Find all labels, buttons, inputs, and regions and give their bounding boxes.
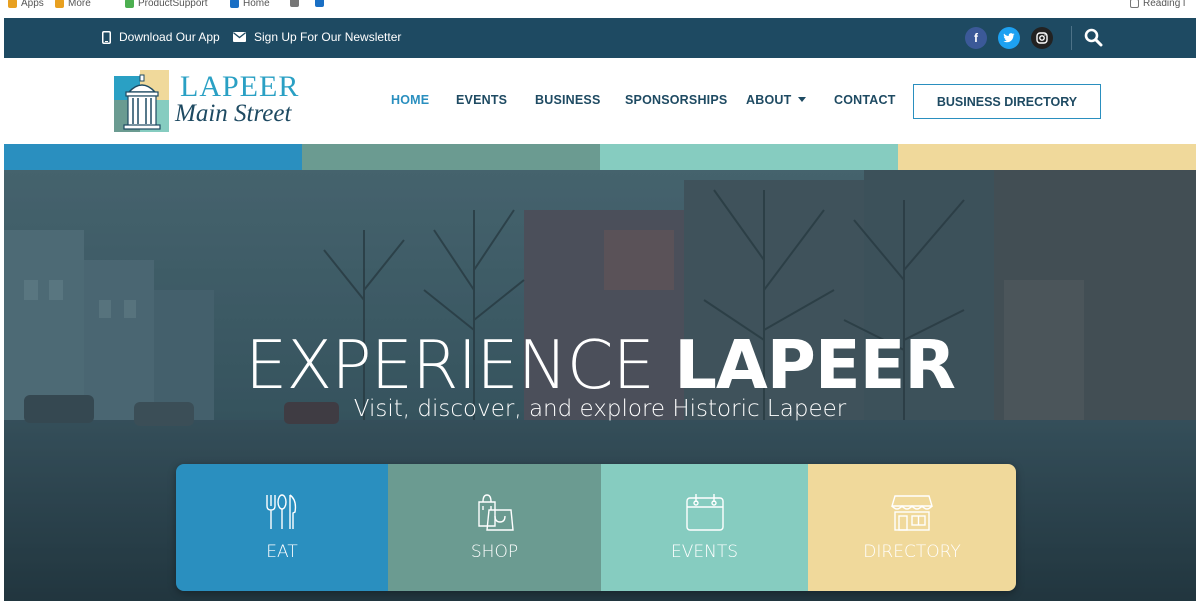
tile-shop[interactable]: SHOP bbox=[388, 464, 601, 591]
hero-section: EXPERIENCE LAPEER Visit, discover, and e… bbox=[4, 170, 1196, 601]
nav-business[interactable]: BUSINESS bbox=[535, 93, 601, 107]
courthouse-logo-icon bbox=[114, 70, 169, 132]
nav-about[interactable]: ABOUT bbox=[746, 93, 807, 107]
reading-list[interactable]: Reading l bbox=[1130, 0, 1185, 9]
hero-title: EXPERIENCE LAPEER bbox=[4, 325, 1196, 405]
nav-home[interactable]: HOME bbox=[391, 93, 429, 107]
bookmark-facebook[interactable] bbox=[315, 0, 324, 7]
tile-eat-label: EAT bbox=[266, 542, 298, 562]
newsletter-link[interactable]: Sign Up For Our Newsletter bbox=[233, 30, 401, 44]
reading-list-label: Reading l bbox=[1143, 0, 1186, 9]
top-utility-bar: Download Our App Sign Up For Our Newslet… bbox=[4, 18, 1196, 58]
nav-sponsorships[interactable]: SPONSORSHIPS bbox=[625, 93, 727, 107]
bookmark-label: More bbox=[68, 0, 91, 9]
shopping-bags-icon bbox=[477, 494, 514, 531]
envelope-icon bbox=[233, 32, 246, 42]
tile-eat[interactable]: EAT bbox=[176, 464, 388, 591]
stripe-sand bbox=[898, 144, 1196, 170]
nav-about-label: ABOUT bbox=[746, 93, 792, 107]
stripe-mint bbox=[600, 144, 898, 170]
nav-contact[interactable]: CONTACT bbox=[834, 93, 896, 107]
facebook-icon[interactable]: f bbox=[965, 27, 987, 49]
bookmark-more[interactable]: More bbox=[55, 0, 91, 9]
download-app-label: Download Our App bbox=[119, 30, 220, 44]
tile-shop-label: SHOP bbox=[470, 542, 519, 562]
logo-title: LAPEER bbox=[180, 70, 300, 103]
caret-down-icon bbox=[798, 97, 807, 102]
bookmark-label: ProductSupport bbox=[138, 0, 208, 9]
business-directory-button[interactable]: BUSINESS DIRECTORY bbox=[913, 84, 1101, 119]
site-logo[interactable]: LAPEER Main Street bbox=[114, 70, 314, 132]
bookmarks-bar: Apps More ProductSupport Home Reading l bbox=[0, 0, 1196, 18]
stripe-blue bbox=[4, 144, 302, 170]
utensils-icon bbox=[266, 494, 297, 529]
logo-subtitle: Main Street bbox=[175, 100, 292, 127]
topbar-divider bbox=[1071, 26, 1072, 50]
apps-icon bbox=[8, 0, 17, 8]
twitter-icon[interactable] bbox=[998, 27, 1020, 49]
bookmark-icon bbox=[230, 0, 239, 8]
bookmark-settings[interactable] bbox=[290, 0, 299, 7]
bookmark-icon bbox=[315, 0, 324, 7]
tile-events-label: EVENTS bbox=[670, 542, 738, 562]
category-tiles: EAT SHOP EVENTS DIRECTORY bbox=[176, 464, 1016, 591]
bookmark-productsupport[interactable]: ProductSupport bbox=[125, 0, 208, 9]
bookmark-home[interactable]: Home bbox=[230, 0, 270, 9]
search-icon[interactable] bbox=[1084, 28, 1103, 52]
site-header: LAPEER Main Street HOME EVENTS BUSINESS … bbox=[4, 58, 1196, 144]
reading-list-icon bbox=[1130, 0, 1139, 8]
hero-subtitle: Visit, discover, and explore Historic La… bbox=[353, 396, 847, 422]
tile-events[interactable]: EVENTS bbox=[601, 464, 808, 591]
instagram-icon[interactable] bbox=[1031, 27, 1053, 49]
bookmark-icon bbox=[55, 0, 64, 8]
gear-icon bbox=[290, 0, 299, 7]
nav-events[interactable]: EVENTS bbox=[456, 93, 507, 107]
calendar-icon bbox=[685, 494, 724, 531]
bookmark-apps[interactable]: Apps bbox=[8, 0, 44, 9]
download-app-link[interactable]: Download Our App bbox=[102, 30, 220, 44]
bookmark-label: Apps bbox=[21, 0, 44, 9]
newsletter-label: Sign Up For Our Newsletter bbox=[254, 30, 402, 44]
bookmark-label: Home bbox=[243, 0, 270, 9]
hero-title-bold: LAPEER bbox=[674, 326, 956, 404]
storefront-icon bbox=[891, 495, 933, 531]
tile-directory[interactable]: DIRECTORY bbox=[808, 464, 1016, 591]
color-stripes bbox=[4, 144, 1196, 170]
stripe-sage bbox=[302, 144, 600, 170]
hero-title-light: EXPERIENCE bbox=[245, 326, 655, 404]
bookmark-icon bbox=[125, 0, 134, 8]
tile-directory-label: DIRECTORY bbox=[863, 542, 961, 562]
mobile-phone-icon bbox=[102, 30, 111, 44]
